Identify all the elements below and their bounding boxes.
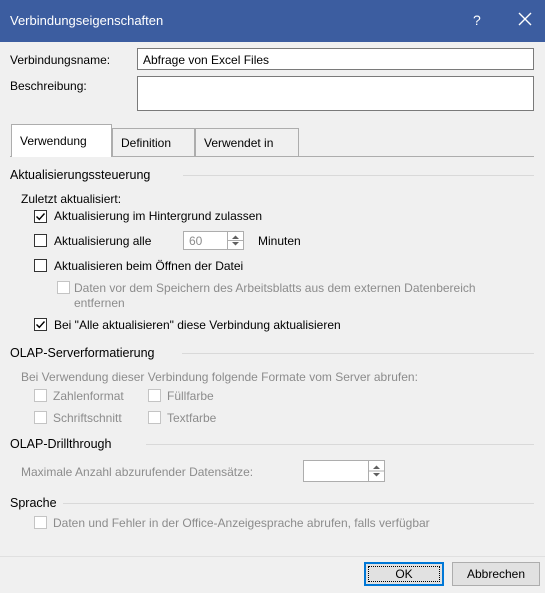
background-refresh-checkbox[interactable]: [34, 210, 47, 223]
section-separator: [183, 175, 534, 176]
help-button[interactable]: ?: [473, 12, 481, 28]
refresh-all-label: Bei "Alle aktualisieren" diese Verbindun…: [54, 318, 341, 332]
connection-name-value: Abfrage von Excel Files: [143, 53, 270, 67]
connection-name-label: Verbindungsname:: [10, 53, 111, 67]
interval-stepper[interactable]: 60: [183, 231, 244, 250]
text-color-label: Textfarbe: [167, 411, 217, 425]
text-color-checkbox[interactable]: [148, 411, 161, 424]
tab-label: Verwendet in: [204, 136, 274, 150]
cancel-button[interactable]: Abbrechen: [452, 562, 540, 586]
section-separator: [146, 444, 534, 445]
description-input[interactable]: [137, 76, 534, 111]
number-format-checkbox[interactable]: [34, 389, 47, 402]
remove-data-label-line1: Daten vor dem Speichern des Arbeitsblatt…: [74, 281, 476, 295]
refresh-on-open-checkbox[interactable]: [34, 259, 47, 272]
description-label: Beschreibung:: [10, 79, 87, 93]
fill-color-label: Füllfarbe: [167, 389, 214, 403]
tab-verwendung[interactable]: Verwendung: [11, 124, 112, 157]
remove-data-checkbox[interactable]: [57, 281, 70, 294]
interval-refresh-checkbox[interactable]: [34, 234, 47, 247]
last-refreshed-label: Zuletzt aktualisiert:: [21, 192, 122, 206]
checkmark-icon: [36, 321, 46, 329]
tab-definition[interactable]: Definition: [112, 128, 195, 156]
interval-stepper-buttons[interactable]: [227, 232, 243, 249]
refresh-on-open-label: Aktualisieren beim Öffnen der Datei: [54, 259, 244, 273]
olap-format-intro: Bei Verwendung dieser Verbindung folgend…: [21, 370, 418, 384]
close-icon: [518, 12, 532, 26]
interval-refresh-label: Aktualisierung alle: [54, 234, 152, 248]
number-format-label: Zahlenformat: [53, 389, 124, 403]
tab-label: Verwendung: [20, 134, 87, 148]
remove-data-label-line2: entfernen: [74, 296, 125, 310]
spin-up-down-icon: [369, 465, 384, 477]
font-style-checkbox[interactable]: [34, 411, 47, 424]
max-records-label: Maximale Anzahl abzurufender Datensätze:: [21, 465, 254, 479]
refresh-all-checkbox[interactable]: [34, 318, 47, 331]
tab-label: Definition: [121, 136, 172, 150]
checkmark-icon: [36, 213, 46, 221]
interval-value: 60: [189, 234, 203, 248]
olap-format-section-title: OLAP-Serverformatierung: [10, 346, 155, 360]
button-area-separator: [0, 556, 545, 557]
section-separator: [63, 503, 534, 504]
olap-drill-section-title: OLAP-Drillthrough: [10, 437, 112, 451]
ok-button[interactable]: OK: [364, 562, 444, 586]
max-records-stepper-buttons[interactable]: [368, 461, 384, 481]
office-language-checkbox[interactable]: [34, 516, 47, 529]
connection-name-input[interactable]: Abfrage von Excel Files: [137, 48, 534, 70]
refresh-section-title: Aktualisierungssteuerung: [10, 168, 151, 182]
max-records-stepper[interactable]: [303, 460, 385, 482]
font-style-label: Schriftschnitt: [53, 411, 122, 425]
language-section-title: Sprache: [10, 496, 57, 510]
close-button[interactable]: [515, 9, 535, 29]
office-language-label: Daten und Fehler in der Office-Anzeigesp…: [53, 516, 430, 530]
cancel-button-label: Abbrechen: [466, 567, 526, 581]
window-title: Verbindungseigenschaften: [10, 13, 164, 28]
background-refresh-label: Aktualisierung im Hintergrund zulassen: [54, 209, 263, 223]
ok-button-label: OK: [395, 567, 413, 581]
section-separator: [182, 353, 534, 354]
interval-unit-label: Minuten: [258, 234, 301, 248]
spin-up-down-icon: [228, 235, 243, 246]
tab-verwendet-in[interactable]: Verwendet in: [195, 128, 299, 156]
fill-color-checkbox[interactable]: [148, 389, 161, 402]
title-bar: Verbindungseigenschaften ?: [0, 0, 545, 42]
